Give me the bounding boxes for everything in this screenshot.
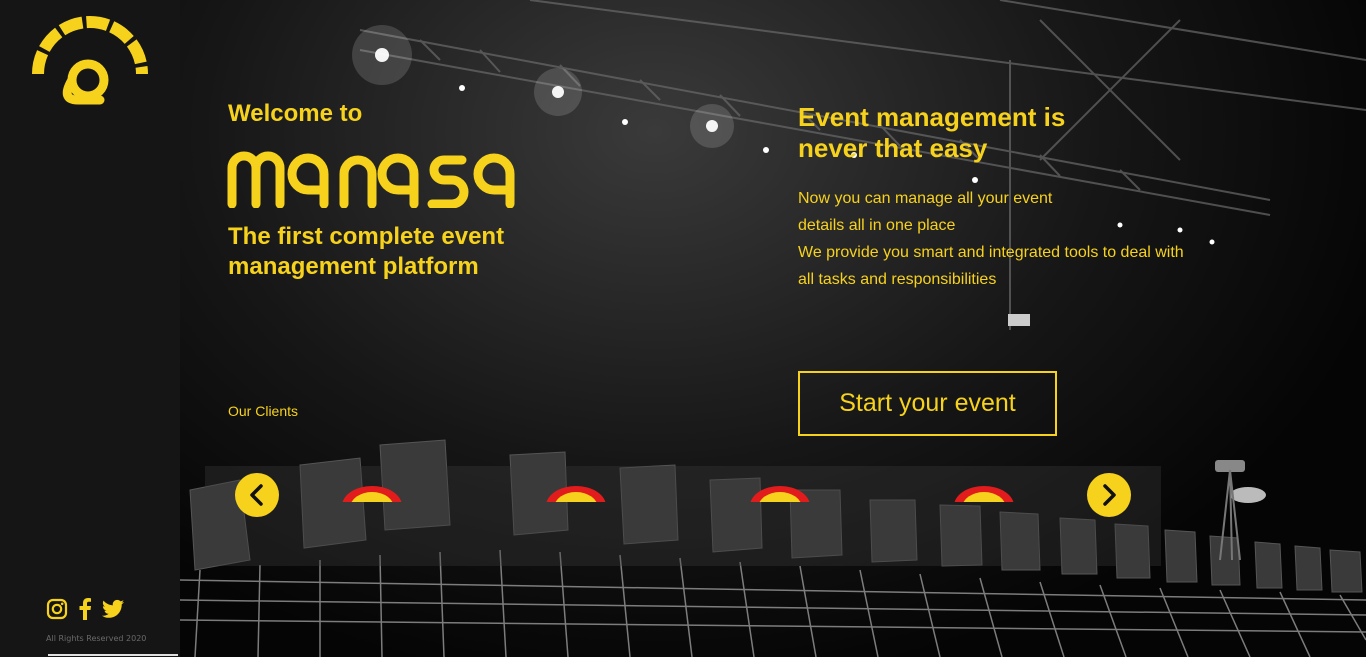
sidebar: All Rights Reserved 2020 <box>0 0 180 657</box>
welcome-heading: Welcome to <box>228 100 363 127</box>
manasa-logo-icon[interactable] <box>30 16 150 106</box>
carousel-prev-button[interactable] <box>235 473 279 517</box>
our-clients-label: Our Clients <box>228 403 299 419</box>
clients-carousel <box>205 466 1161 566</box>
twitter-icon[interactable] <box>102 599 124 619</box>
manasa-wordmark <box>227 151 515 208</box>
description-line: We provide you smart and integrated tool… <box>798 244 1184 261</box>
sidebar-bottom-line <box>48 654 178 656</box>
description-line: Now you can manage all your event <box>798 190 1053 207</box>
event-management-title: Event management is never that easy <box>798 102 1066 163</box>
facebook-icon[interactable] <box>78 598 92 620</box>
description-line: details all in one place <box>798 217 956 234</box>
shell-logo[interactable] <box>544 486 614 502</box>
instagram-icon[interactable] <box>46 598 68 620</box>
chevron-left-icon <box>250 484 263 506</box>
social-links <box>46 598 124 620</box>
shell-logo[interactable] <box>748 486 818 502</box>
shell-logo[interactable] <box>340 486 410 502</box>
carousel-next-button[interactable] <box>1087 473 1131 517</box>
shell-logo[interactable] <box>952 486 1022 502</box>
event-description: Now you can manage all your event detail… <box>798 185 1238 293</box>
hero-tagline: The first complete event management plat… <box>228 223 505 280</box>
description-line: all tasks and responsibilities <box>798 271 997 288</box>
chevron-right-icon <box>1103 484 1116 506</box>
copyright-text: All Rights Reserved 2020 <box>46 634 147 643</box>
start-event-button[interactable]: Start your event <box>798 371 1057 436</box>
